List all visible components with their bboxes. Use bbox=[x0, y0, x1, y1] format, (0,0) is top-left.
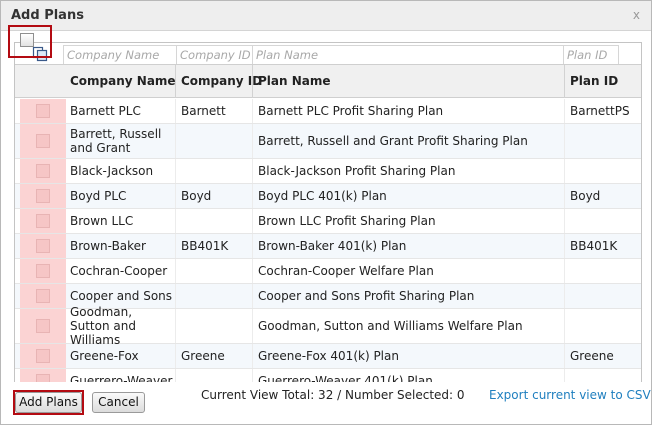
cell-plan-id bbox=[564, 159, 641, 183]
table-row[interactable]: Guerrero-Weaver Guerrero-Weaver 401(k) Pl… bbox=[15, 369, 641, 382]
table-row[interactable]: Goodman, Sutton and Williams Goodman, Sut… bbox=[15, 305, 641, 347]
cell-plan-name: Barrett, Russell and Grant Profit Sharin… bbox=[258, 134, 528, 148]
cell-plan-name: Cochran-Cooper Welfare Plan bbox=[258, 264, 434, 278]
plans-grid: Company Name Company ID Plan Name Plan I… bbox=[14, 42, 642, 382]
table-row[interactable]: Barnett PLC Barnett Barnett PLC Profit Sha… bbox=[15, 99, 641, 124]
cell-company-name: Black-Jackson bbox=[70, 164, 154, 178]
cell-company-id: Greene bbox=[181, 349, 225, 363]
cell-plan-name: Black-Jackson Profit Sharing Plan bbox=[258, 164, 456, 178]
cell-plan-id: Boyd bbox=[570, 189, 601, 203]
cell-plan-id: BB401K bbox=[570, 239, 618, 253]
selection-status: Current View Total: 32 / Number Selected… bbox=[201, 388, 465, 402]
cell-company-id bbox=[175, 284, 252, 308]
grid-body: Barnett PLC Barnett Barnett PLC Profit Sha… bbox=[15, 99, 641, 382]
table-row[interactable]: Brown-Baker BB401K Brown-Baker 401(k) Plan… bbox=[15, 234, 641, 259]
select-all-checkbox[interactable] bbox=[20, 33, 34, 47]
cell-plan-name: Goodman, Sutton and Williams Welfare Pla… bbox=[258, 319, 523, 333]
row-checkbox[interactable] bbox=[36, 104, 50, 118]
add-plans-button[interactable]: Add Plans bbox=[15, 392, 82, 413]
row-checkbox[interactable] bbox=[36, 134, 50, 148]
cell-company-id: Boyd bbox=[181, 189, 212, 203]
cell-company-id bbox=[175, 369, 252, 382]
column-header-company-id[interactable]: Company ID bbox=[175, 65, 262, 98]
table-row[interactable]: Boyd PLC Boyd Boyd PLC 401(k) Plan Boyd bbox=[15, 184, 641, 209]
cell-plan-name: Guerrero-Weaver 401(k) Plan bbox=[258, 374, 433, 382]
company-name-filter[interactable]: Company Name bbox=[63, 45, 177, 64]
cell-company-name: Guerrero-Weaver bbox=[70, 374, 173, 382]
cell-company-name: Greene-Fox bbox=[70, 349, 139, 363]
row-checkbox[interactable] bbox=[36, 239, 50, 253]
column-header-company-name[interactable]: Company Name bbox=[64, 65, 176, 98]
cell-company-id bbox=[175, 209, 252, 233]
table-row[interactable]: Black-Jackson Black-Jackson Profit Sharin… bbox=[15, 159, 641, 184]
plan-name-filter[interactable]: Plan Name bbox=[252, 45, 564, 64]
cell-company-name: Brown LLC bbox=[70, 214, 134, 228]
table-row[interactable]: Cochran-Cooper Cochran-Cooper Welfare Pla… bbox=[15, 259, 641, 284]
cell-plan-name: Cooper and Sons Profit Sharing Plan bbox=[258, 289, 475, 303]
row-checkbox[interactable] bbox=[36, 264, 50, 278]
export-csv-link[interactable]: Export current view to CSV bbox=[489, 388, 651, 402]
grid-header: Company Name Company ID Plan Name Plan I… bbox=[15, 64, 641, 98]
cell-plan-id bbox=[564, 259, 641, 283]
plan-id-filter[interactable]: Plan ID bbox=[563, 45, 619, 64]
row-checkbox[interactable] bbox=[36, 374, 50, 382]
cell-company-name: Cochran-Cooper bbox=[70, 264, 168, 278]
cell-company-name: Goodman, Sutton and Williams bbox=[70, 305, 136, 347]
cell-plan-id: BarnettPS bbox=[570, 104, 630, 118]
cell-plan-id bbox=[564, 369, 641, 382]
cell-plan-name: Greene-Fox 401(k) Plan bbox=[258, 349, 399, 363]
cell-plan-id bbox=[564, 284, 641, 308]
row-checkbox[interactable] bbox=[36, 349, 50, 363]
cell-company-name: Barrett, Russell and Grant bbox=[70, 127, 162, 155]
row-checkbox[interactable] bbox=[36, 319, 50, 333]
cell-company-id: BB401K bbox=[181, 239, 229, 253]
cell-company-id bbox=[175, 124, 252, 158]
column-header-plan-name[interactable]: Plan Name bbox=[252, 65, 331, 98]
table-row[interactable]: Brown LLC Brown LLC Profit Sharing Plan bbox=[15, 209, 641, 234]
cancel-button[interactable]: Cancel bbox=[92, 392, 145, 413]
cell-plan-name: Barnett PLC Profit Sharing Plan bbox=[258, 104, 444, 118]
cell-company-id bbox=[175, 259, 252, 283]
cell-plan-id bbox=[564, 309, 641, 343]
cell-plan-name: Brown-Baker 401(k) Plan bbox=[258, 239, 407, 253]
dialog-title: Add Plans bbox=[11, 8, 84, 23]
cell-company-id bbox=[175, 159, 252, 183]
filter-row: Company Name Company ID Plan Name Plan I… bbox=[15, 43, 641, 65]
cell-plan-name: Boyd PLC 401(k) Plan bbox=[258, 189, 387, 203]
cell-plan-id bbox=[564, 209, 641, 233]
cell-company-name: Barnett PLC bbox=[70, 104, 141, 118]
cell-plan-id bbox=[564, 124, 641, 158]
dialog-titlebar: Add Plans x bbox=[1, 1, 651, 31]
cell-company-id bbox=[175, 309, 252, 343]
add-plans-dialog: Add Plans x Company Name Company ID Plan… bbox=[0, 0, 652, 425]
row-checkbox[interactable] bbox=[36, 214, 50, 228]
row-checkbox[interactable] bbox=[36, 164, 50, 178]
cell-plan-id: Greene bbox=[570, 349, 614, 363]
row-checkbox[interactable] bbox=[36, 289, 50, 303]
cell-company-name: Boyd PLC bbox=[70, 189, 127, 203]
cell-plan-name: Brown LLC Profit Sharing Plan bbox=[258, 214, 436, 228]
table-row[interactable]: Greene-Fox Greene Greene-Fox 401(k) Plan Gr… bbox=[15, 344, 641, 369]
company-id-filter[interactable]: Company ID bbox=[176, 45, 253, 64]
table-row[interactable]: Barrett, Russell and Grant Barrett, Russe… bbox=[15, 124, 641, 159]
column-header-plan-id[interactable]: Plan ID bbox=[564, 65, 618, 98]
cell-company-id: Barnett bbox=[181, 104, 226, 118]
row-checkbox[interactable] bbox=[36, 189, 50, 203]
close-icon[interactable]: x bbox=[633, 8, 640, 22]
cell-company-name: Brown-Baker bbox=[70, 239, 146, 253]
